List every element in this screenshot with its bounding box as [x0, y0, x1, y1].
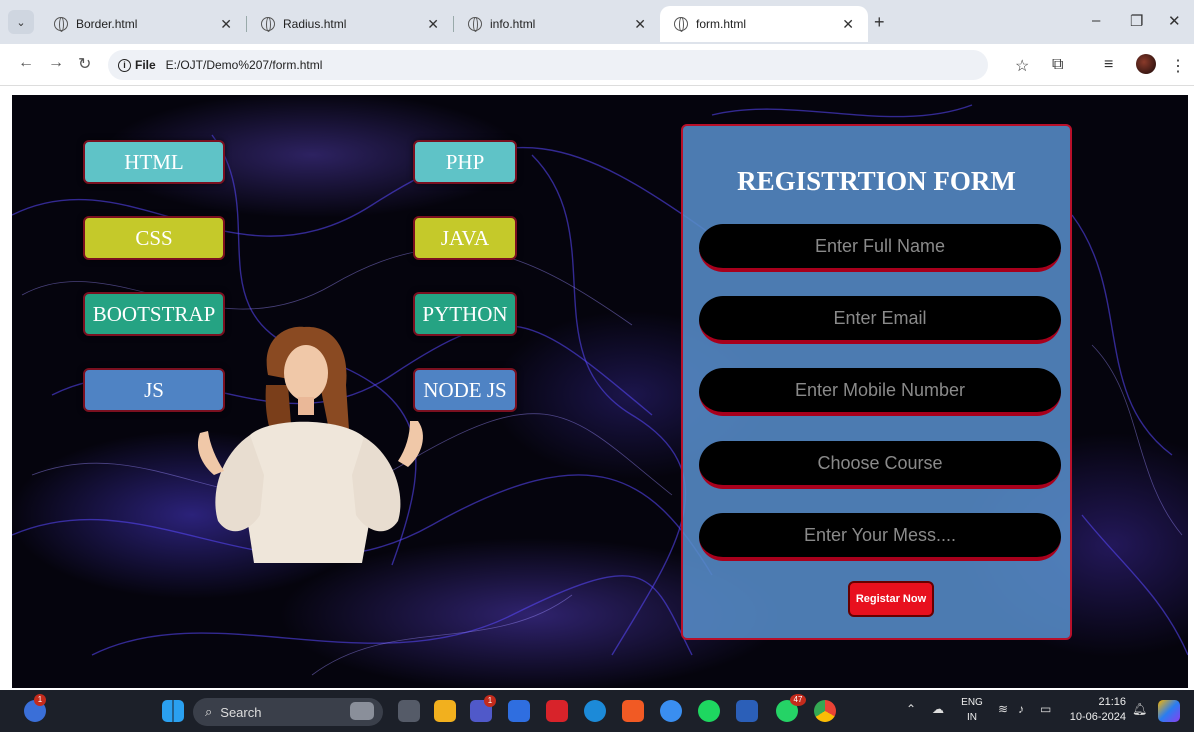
globe-icon: [674, 17, 688, 32]
onedrive-icon[interactable]: ☁: [932, 702, 944, 716]
bookmark-star-icon[interactable]: ☆: [1015, 56, 1029, 76]
skill-badge-css: CSS: [83, 216, 225, 260]
teams-badge: 1: [484, 695, 496, 707]
volume-icon[interactable]: ♪: [1018, 702, 1024, 716]
form-title: REGISTRTION FORM: [737, 166, 1016, 196]
tab-info[interactable]: info.html ✕: [454, 6, 660, 42]
tab-search-button[interactable]: ⌄: [8, 10, 34, 34]
weather-badge: 1: [34, 694, 46, 706]
tab-title: info.html: [490, 17, 536, 31]
new-tab-icon[interactable]: +: [874, 12, 885, 33]
tab-title: form.html: [696, 17, 747, 31]
minimize-icon[interactable]: –: [1092, 12, 1100, 29]
close-tab-icon[interactable]: ✕: [427, 16, 439, 33]
globe-icon: [54, 17, 68, 32]
restore-icon[interactable]: ❐: [1130, 12, 1143, 30]
skill-badge-java: JAVA: [413, 216, 517, 260]
wifi-icon[interactable]: ≋: [998, 702, 1008, 716]
full-name-input[interactable]: [699, 224, 1061, 272]
mcafee-icon[interactable]: [546, 700, 568, 722]
close-window-icon[interactable]: ✕: [1168, 12, 1181, 30]
word-icon[interactable]: [736, 700, 758, 722]
course-input[interactable]: [699, 441, 1061, 489]
tab-strip: ⌄ Border.html ✕ Radius.html ✕ info.html …: [0, 0, 1194, 44]
close-tab-icon[interactable]: ✕: [220, 16, 232, 33]
meditating-woman-image: [197, 326, 423, 563]
tab-title: Border.html: [76, 17, 138, 31]
reload-icon[interactable]: ↻: [78, 54, 91, 74]
task-view-icon[interactable]: [398, 700, 420, 722]
tab-form[interactable]: form.html ✕: [660, 6, 868, 42]
whatsapp-badge: 47: [790, 694, 806, 706]
registration-form: REGISTRTION FORM Registar Now: [681, 124, 1072, 640]
tab-title: Radius.html: [283, 17, 347, 31]
register-now-button[interactable]: Registar Now: [848, 581, 934, 617]
close-tab-icon[interactable]: ✕: [842, 16, 854, 33]
close-tab-icon[interactable]: ✕: [634, 16, 646, 33]
taskbar: 1 ⌕ Search 1 47 ⌃ ☁ ENG IN ≋ ♪ ▭ 21:16 1…: [0, 690, 1194, 732]
tab-border[interactable]: Border.html ✕: [40, 6, 246, 42]
profile-avatar[interactable]: [1136, 54, 1156, 74]
site-info-chip[interactable]: i File: [118, 58, 156, 72]
page-viewport: HTML PHP CSS JAVA BOOTSTRAP PYTHON JS NO…: [12, 95, 1188, 688]
back-icon[interactable]: ←: [18, 54, 34, 72]
reading-list-icon[interactable]: ≡: [1104, 56, 1113, 74]
menu-kebab-icon[interactable]: ⋮: [1170, 56, 1186, 76]
url-text: E:/OJT/Demo%207/form.html: [165, 58, 323, 72]
search-highlight-icon: [350, 702, 374, 720]
skill-badge-html: HTML: [83, 140, 225, 184]
forward-icon[interactable]: →: [48, 54, 64, 72]
globe-icon: [468, 17, 482, 32]
skill-badge-php: PHP: [413, 140, 517, 184]
chevron-down-icon: ⌄: [16, 16, 26, 29]
extensions-icon[interactable]: ⧉: [1052, 56, 1063, 74]
chrome-icon[interactable]: [814, 700, 836, 722]
info-icon: i: [118, 58, 131, 72]
help-icon[interactable]: [660, 700, 682, 722]
email-input[interactable]: [699, 296, 1061, 344]
address-bar[interactable]: i File E:/OJT/Demo%207/form.html: [108, 50, 988, 80]
input-language[interactable]: ENG IN: [960, 695, 984, 725]
search-icon: ⌕: [205, 704, 213, 719]
brave-icon[interactable]: [622, 700, 644, 722]
globe-icon: [261, 17, 275, 32]
notification-bell-icon[interactable]: 🔔︎: [1132, 702, 1147, 716]
mobile-number-input[interactable]: [699, 368, 1061, 416]
taskbar-clock[interactable]: 21:16 10-06-2024: [1066, 695, 1126, 725]
file-explorer-icon[interactable]: [434, 700, 456, 722]
store-icon[interactable]: [508, 700, 530, 722]
edge-icon[interactable]: [584, 700, 606, 722]
browser-toolbar: ← → ↻ i File E:/OJT/Demo%207/form.html ☆…: [0, 44, 1194, 86]
tray-overflow-icon[interactable]: ⌃: [906, 702, 916, 716]
tab-radius[interactable]: Radius.html ✕: [247, 6, 453, 42]
spotify-icon[interactable]: [698, 700, 720, 722]
battery-icon[interactable]: ▭: [1040, 702, 1051, 716]
copilot-icon[interactable]: [1158, 700, 1180, 722]
windows-start-icon[interactable]: [162, 700, 184, 722]
message-input[interactable]: [699, 513, 1061, 561]
